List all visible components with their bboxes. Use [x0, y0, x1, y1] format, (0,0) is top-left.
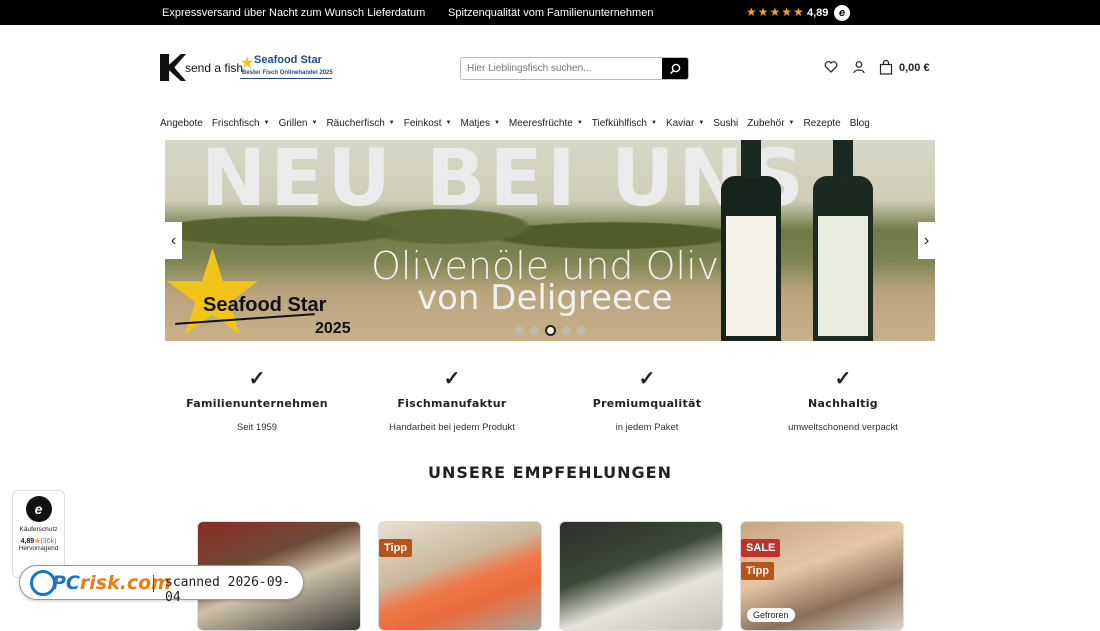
trust-rating: 4,89★(36k)	[20, 538, 57, 545]
caret-down-icon: ▼	[651, 120, 657, 126]
checkmark-icon: ✓	[443, 368, 461, 390]
hero-line-2: von Deligreece	[417, 278, 673, 318]
nav-item-angebote[interactable]: Angebote	[160, 118, 203, 129]
wishlist-heart-icon[interactable]	[824, 60, 838, 74]
usp-subtitle: Seit 1959	[236, 422, 278, 433]
logo-underline	[240, 78, 332, 79]
top-bar: Expressversand über Nacht zum Wunsch Lie…	[0, 0, 1100, 25]
logo-name: send a fish	[185, 61, 244, 75]
trust-label: Käuferschutz	[19, 526, 58, 533]
trusted-shops-icon[interactable]: e	[834, 5, 850, 21]
slider-dot[interactable]	[530, 326, 539, 335]
nav-item-blog[interactable]: Blog	[850, 118, 870, 129]
section-title: UNSERE EMPFEHLUNGEN	[428, 463, 672, 482]
caret-down-icon: ▼	[263, 120, 270, 126]
nav-item-matjes[interactable]: Matjes ▼	[461, 118, 500, 129]
nav-item-grillen[interactable]: Grillen ▼	[279, 118, 318, 129]
nav-item-meeresfruechte[interactable]: Meeresfrüchte ▼	[509, 118, 583, 129]
nav-item-zubehoer[interactable]: Zubehör ▼	[747, 118, 794, 129]
nav-item-raeucherfisch[interactable]: Räucherfisch ▼	[326, 118, 394, 129]
caret-down-icon: ▼	[311, 120, 318, 126]
caret-down-icon: ▼	[388, 120, 395, 126]
slider-next-button[interactable]: ›	[918, 222, 935, 259]
trust-verdict: Hervorragend	[18, 545, 59, 552]
hero-badge-title: Seafood Star	[203, 294, 327, 316]
tag-tipp: Tipp	[741, 562, 775, 580]
nav-item-frischfisch[interactable]: Frischfisch ▼	[212, 118, 270, 129]
search-icon	[670, 63, 681, 75]
usp-item: ✓ Fischmanufaktur Handarbeit bei jedem P…	[354, 366, 550, 433]
nav-item-feinkost[interactable]: Feinkost ▼	[404, 118, 452, 129]
oil-bottle-image	[813, 140, 873, 341]
usp-item: ✓ Premiumqualität in jedem Paket	[549, 366, 745, 433]
quality-notice: Spitzenqualität vom Familienunternehmen	[448, 7, 654, 19]
product-card[interactable]: Tipp	[378, 521, 542, 631]
slider-dots	[515, 325, 586, 336]
caret-down-icon: ▼	[445, 120, 452, 126]
nav-item-sushi[interactable]: Sushi	[713, 118, 738, 129]
account-user-icon[interactable]	[852, 60, 866, 74]
scan-date: scanned 2026-09-04	[165, 575, 291, 605]
search-box	[460, 57, 689, 80]
k-logo-icon	[160, 54, 186, 81]
nav-item-kaviar[interactable]: Kaviar ▼	[666, 118, 704, 129]
tag-sale: SALE	[741, 539, 781, 557]
hero-headline: NEU BEI UNS	[201, 140, 808, 224]
hero-banner[interactable]: NEU BEI UNS Olivenöle und Oliven von Del…	[165, 140, 935, 341]
search-button[interactable]	[662, 58, 688, 79]
rating-stars-icon[interactable]: ★★★★★	[746, 5, 805, 19]
tag-tipp: Tipp	[379, 539, 413, 557]
checkmark-icon: ✓	[834, 368, 852, 390]
top-rating-value[interactable]: 4,89	[807, 7, 828, 19]
main-nav: Angebote Frischfisch ▼ Grillen ▼ Räucherfi…	[160, 118, 870, 129]
usp-title: Familienunternehmen	[186, 397, 328, 410]
trusted-shops-seal-icon: e	[25, 496, 52, 522]
usp-subtitle: umweltschonend verpackt	[788, 422, 898, 433]
slider-dot[interactable]	[562, 326, 571, 335]
checkmark-icon: ✓	[248, 368, 266, 390]
caret-down-icon: ▼	[576, 120, 583, 126]
slider-dot-active[interactable]	[545, 325, 556, 336]
site-logo[interactable]: send a fish ★ Seafood Star Bester Fisch …	[160, 54, 335, 84]
logo-badge-sub: Bester Fisch Onlinehandel 2025	[242, 70, 333, 76]
cart-bag-icon[interactable]	[879, 60, 893, 75]
caret-down-icon: ▼	[788, 120, 795, 126]
search-input[interactable]	[461, 58, 663, 79]
pcrisk-watermark: PCrisk.com scanned 2026-09-04	[19, 565, 304, 605]
oil-bottle-image	[721, 140, 781, 341]
logo-badge: Seafood Star	[254, 54, 322, 66]
hero-badge-year: 2025	[315, 320, 351, 337]
caret-down-icon: ▼	[493, 120, 500, 126]
usp-subtitle: Handarbeit bei jedem Produkt	[389, 422, 515, 433]
slider-dot[interactable]	[515, 326, 524, 335]
usp-title: Fischmanufaktur	[397, 397, 507, 410]
slider-dot[interactable]	[577, 326, 586, 335]
frozen-badge: Gefroren	[747, 608, 795, 622]
usp-subtitle: in jedem Paket	[615, 422, 679, 433]
shipping-notice: Expressversand über Nacht zum Wunsch Lie…	[162, 7, 426, 19]
caret-down-icon: ▼	[698, 120, 705, 126]
nav-item-rezepte[interactable]: Rezepte	[803, 118, 840, 129]
divider	[153, 575, 154, 592]
usp-title: Premiumqualität	[592, 397, 702, 410]
nav-item-tiefkuehlfisch[interactable]: Tiefkühlfisch ▼	[592, 118, 657, 129]
usp-title: Nachhaltig	[808, 397, 878, 410]
usp-item: ✓ Familienunternehmen Seit 1959	[159, 366, 355, 433]
usp-item: ✓ Nachhaltig umweltschonend verpackt	[745, 366, 941, 433]
slider-prev-button[interactable]: ‹	[165, 222, 182, 259]
product-card[interactable]	[559, 521, 723, 631]
checkmark-icon: ✓	[638, 368, 656, 390]
product-card[interactable]: SALE Tipp Gefroren	[740, 521, 904, 631]
cart-total[interactable]: 0,00 €	[899, 62, 930, 74]
